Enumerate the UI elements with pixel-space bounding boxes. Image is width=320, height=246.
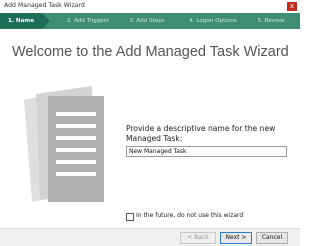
title-bar: Add Managed Task Wizard x — [0, 0, 300, 13]
step-add-triggers: 2. Add Triggers — [67, 18, 109, 24]
step-review: 5. Review — [257, 18, 285, 24]
wizard-step-bar: 1. Name 2. Add Triggers 3. Add Steps 4. … — [0, 13, 300, 29]
window-title: Add Managed Task Wizard — [4, 2, 85, 9]
skip-wizard-label: In the future, do not use this wizard — [136, 212, 244, 219]
document-icon — [22, 86, 106, 204]
cancel-button[interactable]: Cancel — [256, 232, 288, 244]
next-button[interactable]: Next > — [220, 232, 252, 244]
page-title: Welcome to the Add Managed Task Wizard — [12, 44, 289, 60]
step-add-steps: 3. Add Steps — [129, 18, 165, 24]
step-name: 1. Name — [0, 13, 50, 29]
step-logon-options: 4. Logon Options — [189, 18, 237, 24]
button-bar: < Back Next > Cancel — [0, 228, 300, 246]
task-name-input[interactable] — [126, 146, 287, 157]
skip-wizard-checkbox[interactable] — [126, 213, 134, 221]
close-button[interactable]: x — [287, 2, 297, 11]
back-button[interactable]: < Back — [180, 232, 216, 244]
name-prompt-label: Provide a descriptive name for the new M… — [126, 124, 276, 143]
